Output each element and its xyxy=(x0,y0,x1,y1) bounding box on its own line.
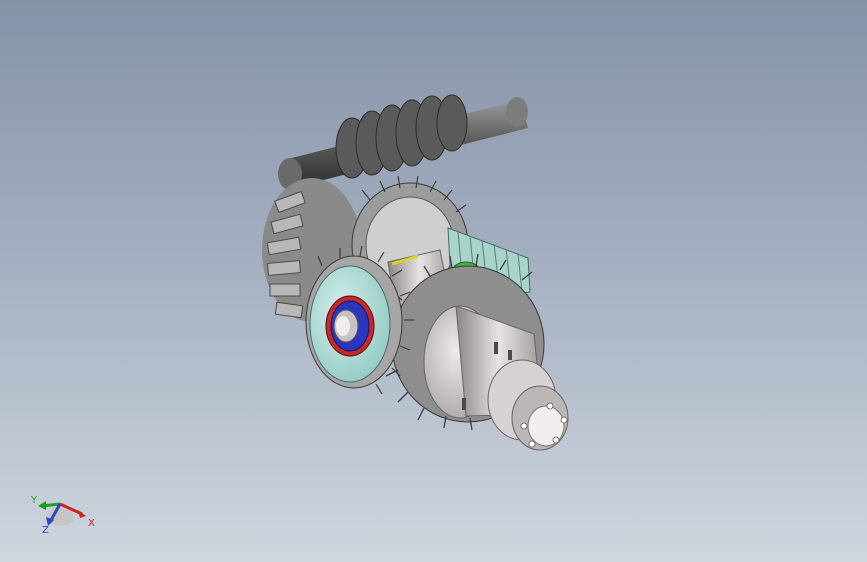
x-axis-label: X xyxy=(88,518,95,529)
x-arrow-icon xyxy=(78,510,86,518)
output-shaft-housing[interactable] xyxy=(423,305,569,451)
worm-shaft[interactable] xyxy=(278,94,528,190)
y-axis-label: Y xyxy=(30,495,38,506)
z-axis-label: Z xyxy=(42,525,49,534)
graphics-viewport[interactable]: X Y Z xyxy=(0,0,867,562)
coordinate-triad: X Y Z xyxy=(30,495,95,534)
y-arrow-icon xyxy=(38,501,46,510)
gearbox-assembly-model[interactable] xyxy=(0,0,867,562)
